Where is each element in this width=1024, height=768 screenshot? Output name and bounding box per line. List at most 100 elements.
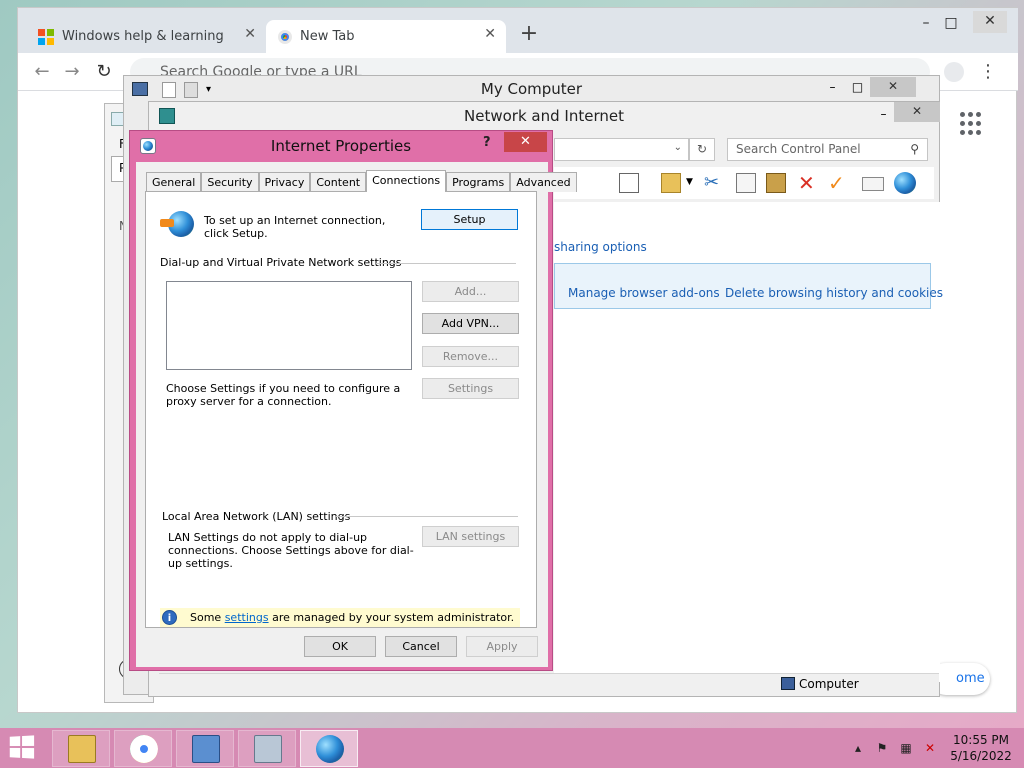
file-explorer-icon — [68, 735, 96, 763]
minimize-button[interactable]: – — [819, 78, 846, 98]
control-panel-icon — [159, 108, 175, 124]
tab-general[interactable]: General — [146, 172, 202, 192]
close-tab-icon[interactable]: ✕ — [244, 26, 256, 42]
refresh-button[interactable]: ↻ — [689, 138, 715, 161]
taskbar-file-explorer[interactable] — [52, 730, 110, 767]
forward-button[interactable]: → — [60, 61, 84, 85]
close-button[interactable]: ✕ — [870, 77, 916, 97]
control-panel-content: sharing options Manage browser add-ons D… — [554, 202, 943, 682]
group-divider — [336, 516, 518, 517]
lan-description: LAN Settings do not apply to dial-up con… — [168, 531, 414, 570]
chevron-down-icon[interactable]: ⌄ — [674, 142, 682, 153]
taskbar-chrome[interactable] — [114, 730, 172, 767]
tab-title: Windows help & learning — [62, 29, 224, 44]
tab-security[interactable]: Security — [201, 172, 259, 192]
network-icon[interactable]: ▦ — [898, 740, 914, 756]
cut-icon[interactable]: ✂ — [704, 173, 724, 193]
copy-icon[interactable] — [736, 173, 756, 193]
dialog-body: General Security Privacy Content Connect… — [136, 162, 577, 667]
globe-icon[interactable] — [894, 172, 916, 194]
chrome-icon — [130, 735, 158, 763]
taskbar-system[interactable] — [238, 730, 296, 767]
show-hidden-icons-chevron-icon[interactable]: ▴ — [850, 740, 866, 756]
apps-grid-icon[interactable] — [960, 112, 984, 136]
connections-list[interactable] — [166, 281, 412, 370]
profile-avatar[interactable] — [944, 62, 964, 82]
lan-settings-button[interactable]: LAN settings — [422, 526, 519, 547]
settings-button[interactable]: Settings — [422, 378, 519, 399]
apply-button[interactable]: Apply — [466, 636, 538, 657]
close-button[interactable]: ✕ — [894, 102, 940, 122]
start-button[interactable] — [8, 735, 38, 760]
status-bar: Computer — [159, 673, 939, 695]
remove-button[interactable]: Remove... — [422, 346, 519, 367]
setup-button[interactable]: Setup — [421, 209, 518, 230]
volume-muted-icon[interactable]: ✕ — [922, 740, 938, 756]
minimize-button[interactable]: – — [870, 105, 897, 125]
settings-link[interactable]: settings — [225, 611, 269, 624]
tab-new-tab[interactable]: New Tab ✕ — [266, 20, 506, 53]
delete-history-link[interactable]: Delete browsing history and cookies — [725, 286, 943, 300]
delete-icon[interactable]: ✕ — [798, 173, 818, 193]
tab-programs[interactable]: Programs — [446, 172, 511, 192]
settings-description: Choose Settings if you need to configure… — [166, 382, 401, 408]
folder-options-icon[interactable] — [661, 173, 681, 193]
back-button[interactable]: ← — [30, 61, 54, 85]
lan-heading: Local Area Network (LAN) settings — [162, 510, 351, 523]
taskbar-internet-properties[interactable] — [300, 730, 358, 767]
sharing-options-link[interactable]: sharing options — [554, 240, 647, 254]
clock[interactable]: 10:55 PM 5/16/2022 — [942, 732, 1020, 764]
add-vpn-button[interactable]: Add VPN... — [422, 313, 519, 334]
dialup-heading: Dial-up and Virtual Private Network sett… — [160, 256, 402, 269]
chrome-icon — [278, 29, 292, 44]
group-divider — [376, 263, 516, 264]
tab-privacy[interactable]: Privacy — [258, 172, 311, 192]
internet-properties-dialog: Internet Properties ? ✕ General Security… — [129, 130, 577, 671]
internet-options-links: Manage browser add-ons Delete browsing h… — [554, 263, 943, 309]
close-button[interactable]: ✕ — [504, 132, 547, 152]
window-title: My Computer — [480, 80, 583, 98]
reload-button[interactable]: ↻ — [92, 61, 116, 85]
tab-title: New Tab — [300, 29, 355, 44]
add-button[interactable]: Add... — [422, 281, 519, 302]
notice-suffix: are managed by your system administrator… — [272, 611, 515, 624]
new-tab-button[interactable]: + — [516, 22, 542, 48]
search-icon: ⚲ — [910, 142, 919, 156]
search-input[interactable]: Search Control Panel ⚲ — [727, 138, 928, 161]
tab-connections[interactable]: Connections — [366, 170, 447, 192]
properties-icon[interactable] — [162, 82, 176, 98]
cancel-button[interactable]: Cancel — [385, 636, 457, 657]
close-tab-icon[interactable]: ✕ — [484, 26, 496, 42]
tab-advanced[interactable]: Advanced — [510, 172, 577, 192]
maximize-button[interactable]: □ — [930, 8, 972, 38]
layout-icon[interactable] — [619, 173, 639, 193]
explorer-toolbar: ▼ ✂ ✕ ✓ — [554, 167, 934, 199]
computer-icon — [132, 82, 148, 96]
tab-windows-help[interactable]: Windows help & learning ✕ — [26, 20, 266, 53]
search-placeholder: Search Control Panel — [736, 142, 861, 156]
maximize-button[interactable]: □ — [844, 78, 871, 98]
connections-panel: To set up an Internet connection, click … — [145, 191, 537, 628]
rename-icon[interactable] — [862, 177, 884, 191]
taskbar-control-panel[interactable] — [176, 730, 234, 767]
tab-content[interactable]: Content — [310, 172, 367, 192]
ok-button[interactable]: OK — [304, 636, 376, 657]
manage-addons-link[interactable]: Manage browser add-ons — [568, 286, 720, 300]
info-icon: i — [162, 610, 177, 625]
tab-strip: General Security Privacy Content Connect… — [146, 170, 577, 192]
help-button[interactable]: ? — [483, 135, 491, 150]
quick-access-dropdown-icon[interactable]: ▾ — [206, 84, 211, 95]
paste-icon[interactable] — [766, 173, 786, 193]
clock-date: 5/16/2022 — [950, 749, 1012, 763]
checkmark-icon[interactable]: ✓ — [828, 173, 848, 193]
taskbar: ▴ ⚑ ▦ ✕ 10:55 PM 5/16/2022 — [0, 728, 1024, 768]
action-center-flag-icon[interactable]: ⚑ — [874, 740, 890, 756]
computer-icon — [781, 677, 795, 690]
status-location: Computer — [799, 677, 859, 691]
new-folder-icon[interactable] — [184, 82, 198, 98]
menu-icon[interactable]: ⋮ — [976, 61, 1000, 85]
address-bar[interactable]: ⌄ — [554, 138, 689, 161]
control-panel-icon — [192, 735, 220, 763]
chevron-down-icon[interactable]: ▼ — [686, 177, 693, 187]
close-button[interactable]: ✕ — [973, 11, 1007, 33]
